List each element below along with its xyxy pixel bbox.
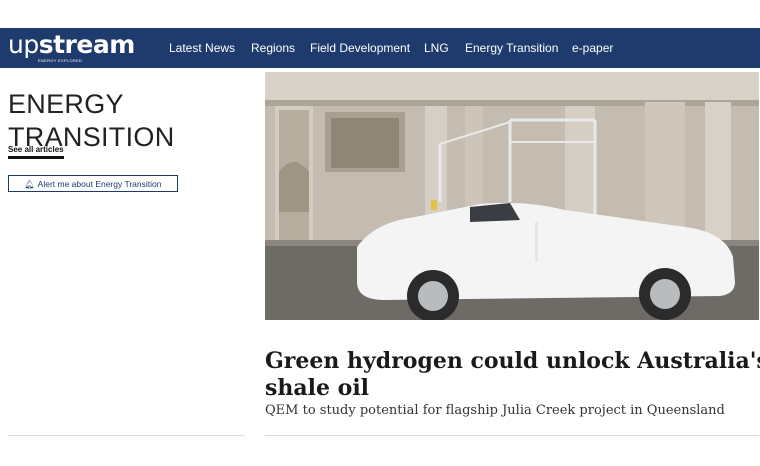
- nav-item-lng[interactable]: LNG: [424, 41, 449, 55]
- top-navigation-bar: upstream ENERGY EXPLORED Latest News Reg…: [0, 28, 760, 68]
- alert-me-button[interactable]: 🔔︎ Alert me about Energy Transition: [8, 175, 178, 192]
- right-divider: [265, 435, 759, 436]
- article-headline-line-2: shale oil: [265, 375, 370, 402]
- nav-item-e-paper[interactable]: e-paper: [572, 41, 613, 55]
- logo-text-light: up: [8, 30, 39, 59]
- nav-item-regions[interactable]: Regions: [251, 41, 295, 55]
- see-all-articles-link[interactable]: See all articles: [8, 145, 64, 155]
- nav-item-energy-transition[interactable]: Energy Transition: [465, 41, 558, 55]
- bell-icon: 🔔︎: [24, 180, 35, 189]
- article-headline-line-1: Green hydrogen could unlock Australia's: [265, 348, 760, 375]
- logo-wordmark: upstream: [8, 32, 135, 58]
- nav-item-field-development[interactable]: Field Development: [310, 41, 410, 55]
- article-standfirst: QEM to study potential for flagship Juli…: [265, 403, 725, 418]
- logo-text-bold: stream: [38, 30, 136, 59]
- alert-me-label: Alert me about Energy Transition: [37, 179, 162, 189]
- nav-item-latest-news[interactable]: Latest News: [169, 41, 235, 55]
- article-headline[interactable]: Green hydrogen could unlock Australia's …: [265, 348, 760, 402]
- hero-photo-popemobile: [265, 72, 759, 320]
- logo-tagline: ENERGY EXPLORED: [38, 58, 83, 63]
- left-divider: [8, 435, 245, 436]
- see-all-underline: [8, 156, 64, 159]
- section-title-line-1: ENERGY: [8, 89, 124, 120]
- upstream-logo[interactable]: upstream ENERGY EXPLORED: [8, 32, 135, 64]
- article-hero-image[interactable]: [265, 72, 759, 320]
